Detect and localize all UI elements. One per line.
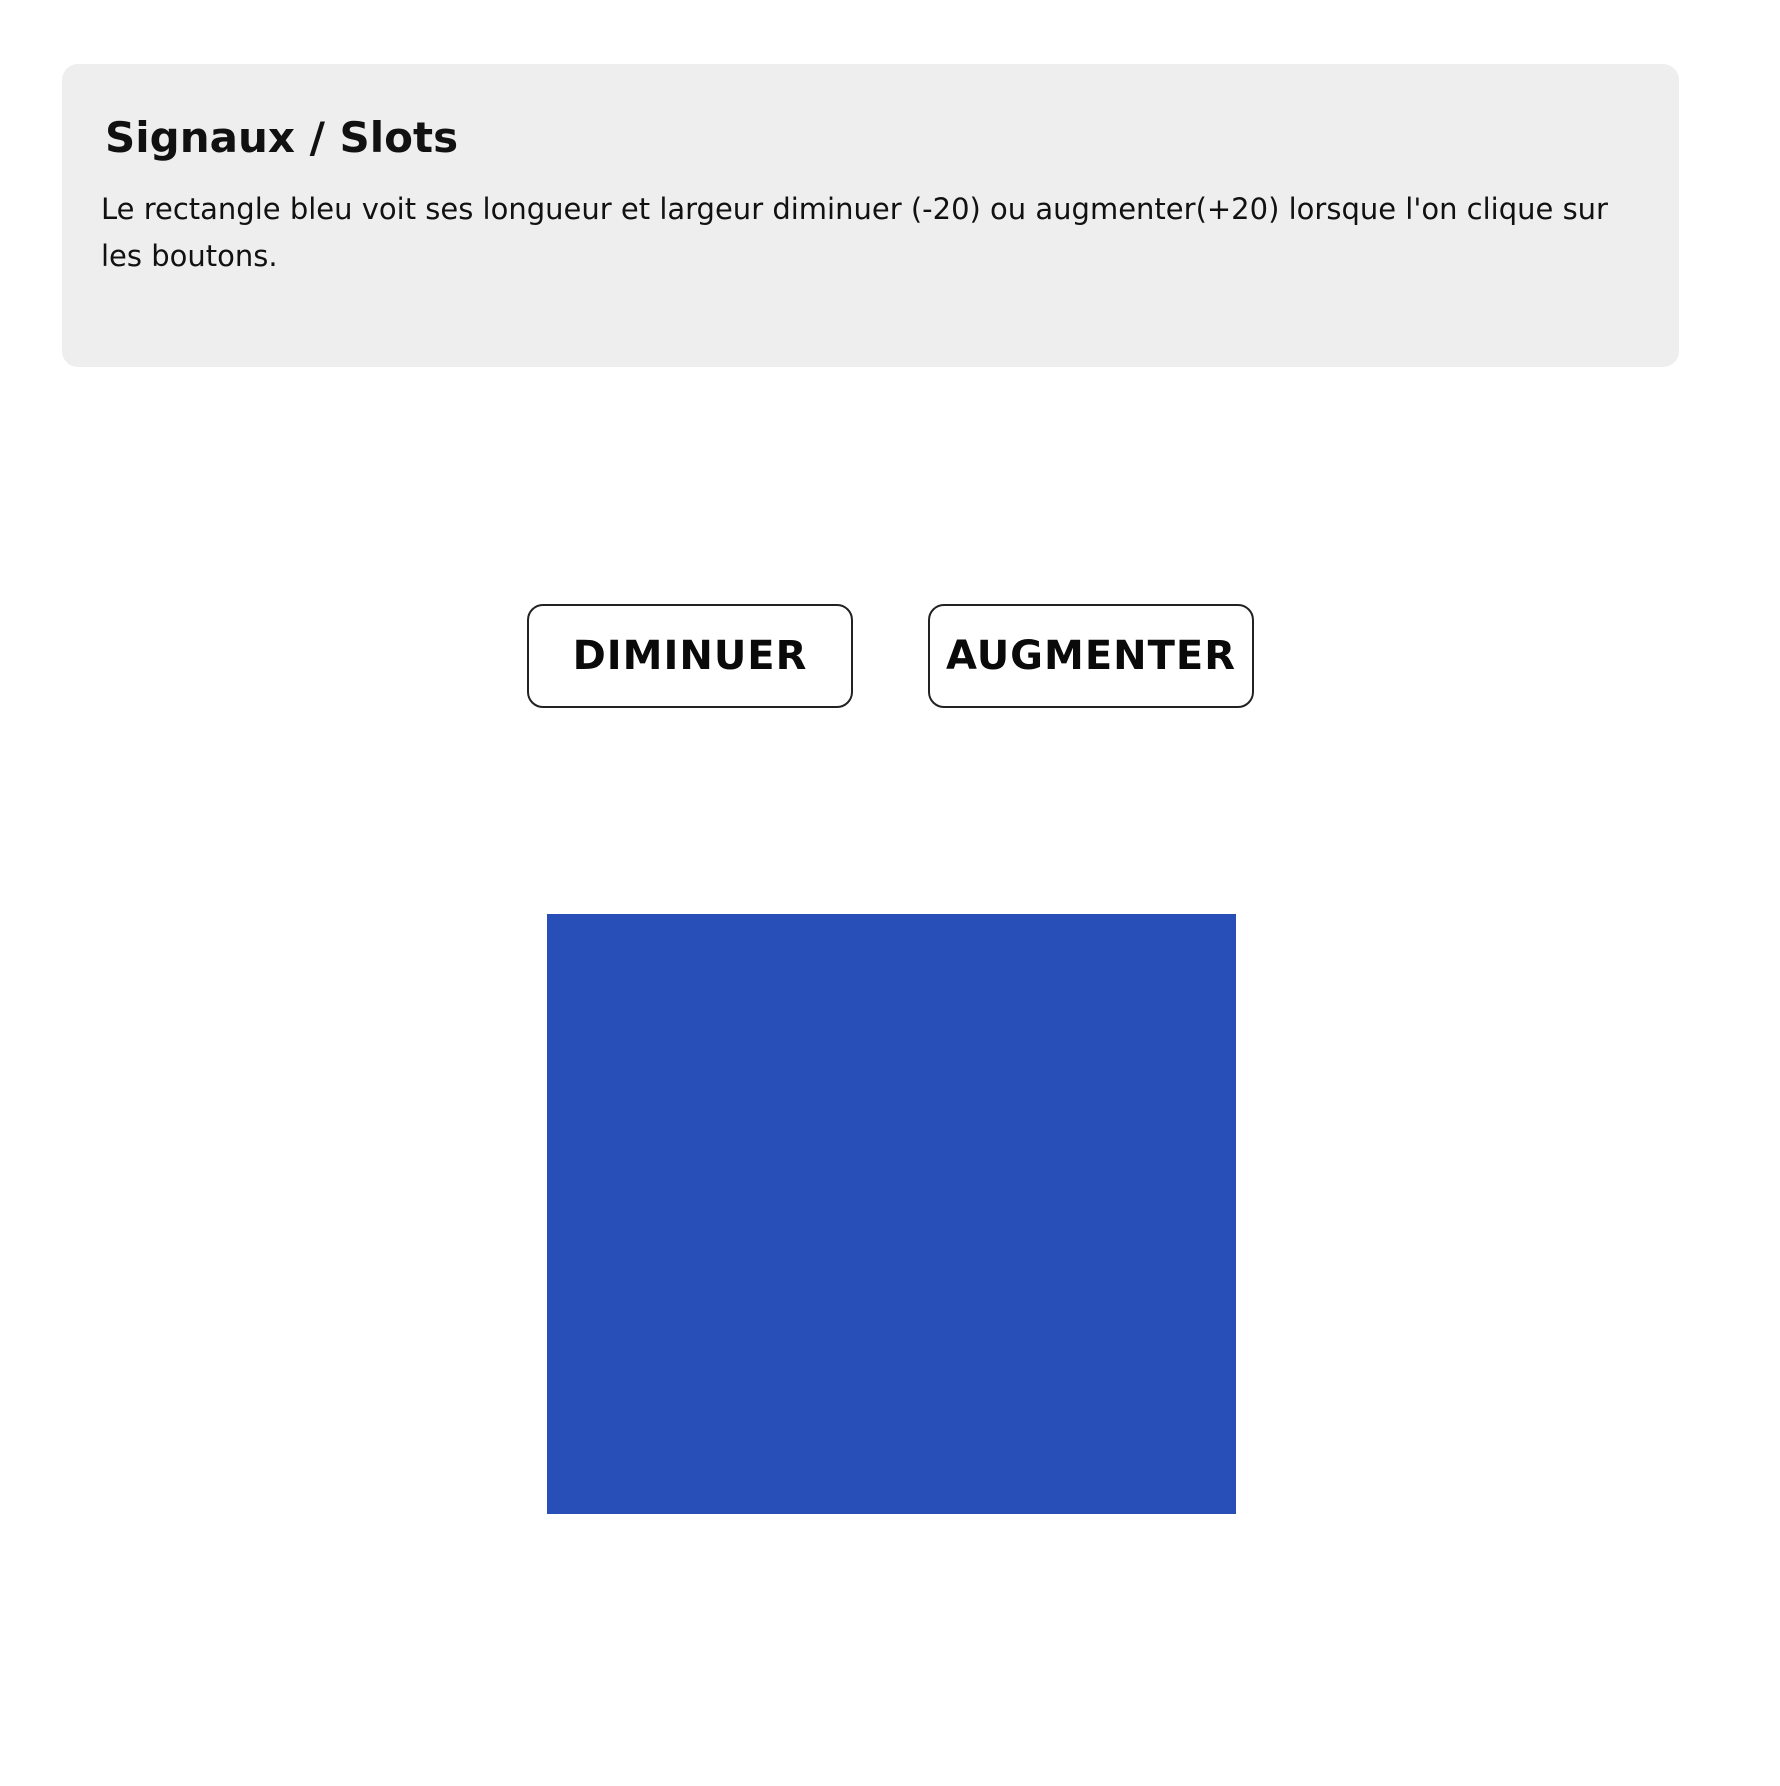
blue-rectangle: [547, 914, 1236, 1514]
panel-description: Le rectangle bleu voit ses longueur et l…: [101, 192, 1608, 274]
info-panel: Signaux / Slots Le rectangle bleu voit s…: [62, 64, 1679, 367]
panel-title: Signaux / Slots: [105, 113, 459, 162]
increase-button[interactable]: AUGMENTER: [928, 604, 1254, 708]
decrease-button[interactable]: DIMINUER: [527, 604, 853, 708]
controls-row: DIMINUER AUGMENTER: [527, 604, 1254, 708]
